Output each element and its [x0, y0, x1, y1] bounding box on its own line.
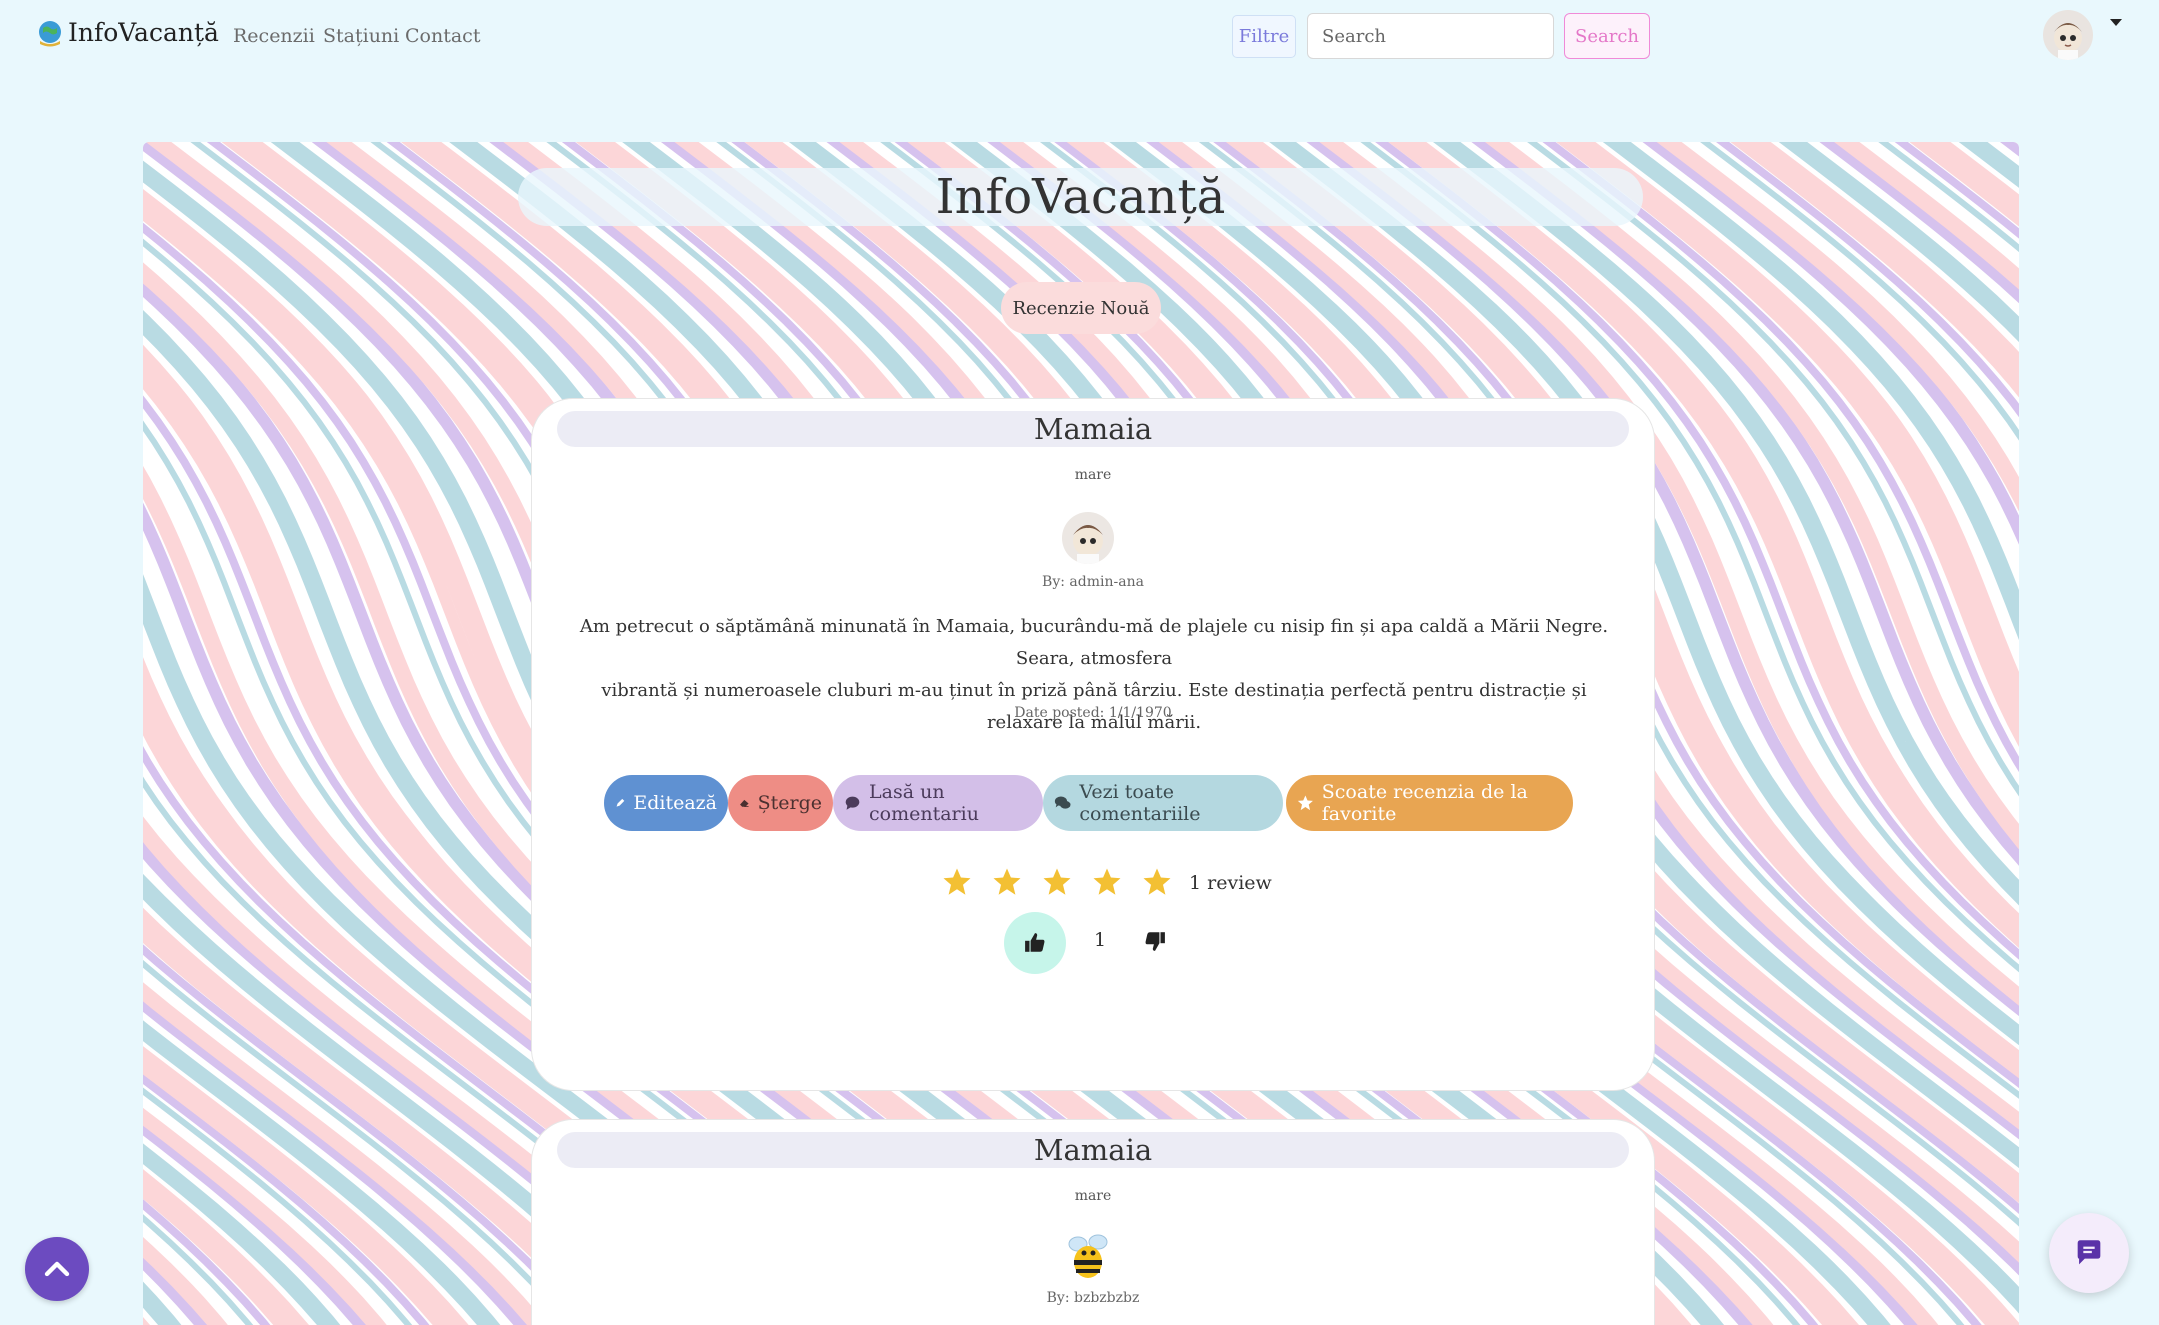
comments-icon: [1054, 796, 1071, 809]
thumbs-down-icon: [1145, 932, 1165, 951]
search-button[interactable]: Search: [1564, 13, 1650, 59]
review-actions: Editează Șterge Lasă un comentariu Vezi …: [604, 775, 1573, 831]
main-panel: InfoVacanță Recenzie Nouă Mamaia mare By…: [143, 142, 2019, 1325]
remove-favorite-label: Scoate recenzia de la favorite: [1321, 781, 1528, 825]
nav-link-statiuni[interactable]: Stațiuni: [323, 25, 399, 47]
brand-link[interactable]: InfoVacanță: [36, 18, 219, 47]
scroll-to-top-button[interactable]: [25, 1237, 89, 1301]
hero-title: InfoVacanță: [935, 169, 1226, 225]
navbar: InfoVacanță Recenzii Stațiuni Contact Fi…: [0, 0, 2159, 75]
chevron-up-icon: [44, 1261, 70, 1277]
nav-link-contact[interactable]: Contact: [405, 25, 480, 47]
star-icon[interactable]: [1092, 867, 1122, 897]
review-title: Mamaia: [1033, 412, 1153, 446]
pencil-icon: [616, 798, 625, 807]
star-icon[interactable]: [992, 867, 1022, 897]
like-button[interactable]: [1004, 912, 1066, 974]
edit-button[interactable]: Editează: [604, 775, 728, 831]
new-review-button[interactable]: Recenzie Nouă: [1001, 282, 1161, 334]
review-card: Mamaia mare By: bzbzbzbz: [531, 1119, 1655, 1325]
review-date: Date posted: 1/1/1970: [1014, 705, 1172, 721]
review-title: Mamaia: [1033, 1133, 1153, 1167]
star-icon[interactable]: [942, 867, 972, 897]
chat-button[interactable]: [2049, 1213, 2129, 1293]
thumbs-up-icon: [1025, 933, 1045, 952]
view-comments-button[interactable]: Vezi toate comentariile: [1043, 775, 1283, 831]
brand-name: InfoVacanță: [68, 18, 219, 47]
nav-link-recenzii[interactable]: Recenzii: [233, 25, 315, 47]
globe-logo-icon: [39, 20, 61, 46]
remove-favorite-button[interactable]: Scoate recenzia de la favorite: [1286, 775, 1573, 831]
caret-down-icon[interactable]: [2110, 19, 2122, 26]
eraser-icon: [740, 799, 749, 807]
author-avatar-image: [1062, 512, 1114, 564]
leave-comment-label: Lasă un comentariu: [869, 781, 979, 825]
dislike-button[interactable]: [1140, 926, 1170, 956]
review-card: Mamaia mare By: admin-ana Am petrecut o …: [531, 398, 1655, 1091]
review-category: mare: [1074, 467, 1112, 483]
author-avatar[interactable]: [1062, 1230, 1114, 1282]
review-category: mare: [1074, 1188, 1112, 1204]
edit-label: Editează: [633, 792, 717, 814]
comment-icon: [845, 796, 860, 810]
user-avatar[interactable]: [2043, 10, 2093, 60]
delete-button[interactable]: Șterge: [728, 775, 833, 831]
review-author: By: admin-ana: [1042, 574, 1144, 590]
review-count: 1 review: [1189, 872, 1272, 894]
review-author: By: bzbzbzbz: [1046, 1290, 1140, 1306]
leave-comment-button[interactable]: Lasă un comentariu: [833, 775, 1043, 831]
user-avatar-image: [2043, 10, 2093, 60]
like-count: 1: [1093, 929, 1107, 951]
view-comments-label: Vezi toate comentariile: [1079, 781, 1201, 825]
review-body-line: Am petrecut o săptămână minunată în Mama…: [579, 616, 1609, 669]
bee-avatar-image: [1062, 1230, 1114, 1282]
chat-icon: [2077, 1240, 2101, 1265]
star-rating[interactable]: [942, 867, 1172, 897]
star-icon[interactable]: [1042, 867, 1072, 897]
star-icon: [1297, 795, 1313, 811]
search-input[interactable]: [1307, 13, 1554, 59]
delete-label: Șterge: [757, 792, 822, 814]
star-icon[interactable]: [1142, 867, 1172, 897]
filter-button[interactable]: Filtre: [1232, 15, 1296, 58]
author-avatar[interactable]: [1062, 512, 1114, 564]
